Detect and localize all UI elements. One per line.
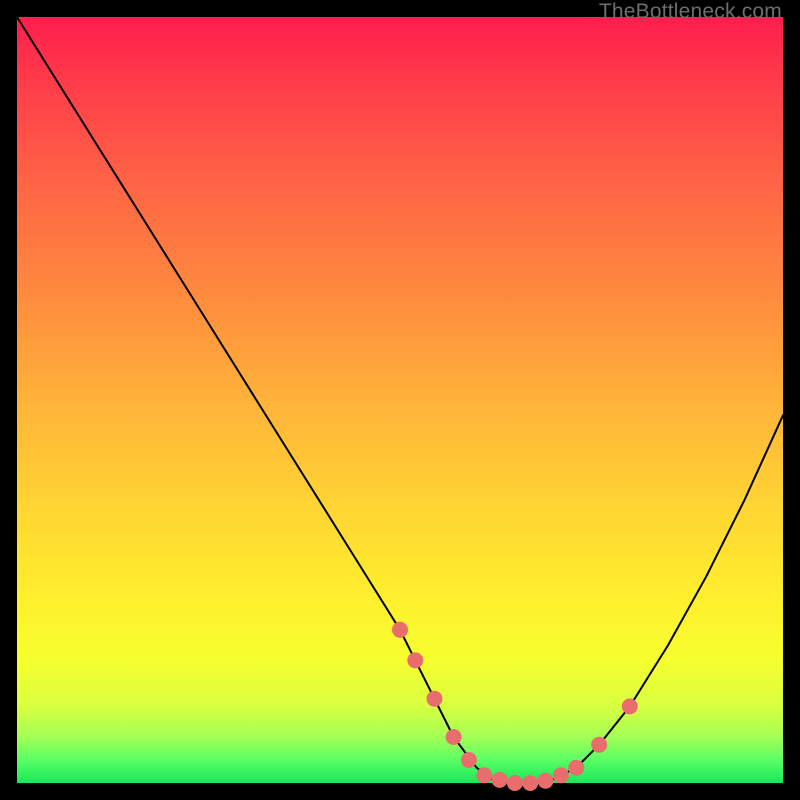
highlight-marker (591, 737, 607, 753)
curve-layer (17, 17, 783, 783)
highlight-marker (446, 729, 462, 745)
chart-container: TheBottleneck.com (0, 0, 800, 800)
highlight-marker (427, 691, 443, 707)
bottleneck-curve (17, 17, 783, 783)
highlight-marker (492, 772, 508, 788)
highlight-marker (507, 775, 523, 791)
highlight-marker (538, 773, 554, 789)
highlight-marker (622, 698, 638, 714)
highlight-marker (476, 767, 492, 783)
attribution-text: TheBottleneck.com (599, 0, 782, 24)
highlight-marker (461, 752, 477, 768)
highlight-marker (568, 760, 584, 776)
highlight-marker (392, 622, 408, 638)
highlight-marker (407, 652, 423, 668)
highlight-marker (522, 775, 538, 791)
highlight-marker (553, 767, 569, 783)
marker-group (392, 622, 638, 791)
